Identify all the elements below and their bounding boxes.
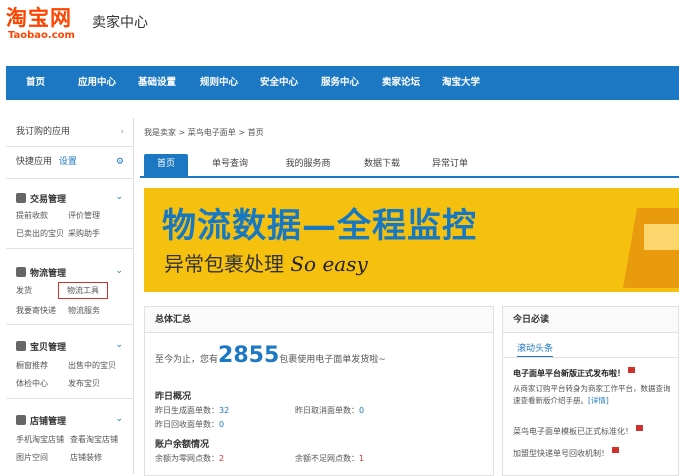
balance-title: 账户余额情况 (155, 440, 210, 450)
tab-headlines[interactable]: 滚动头条 (517, 341, 554, 358)
sidebar-link[interactable]: 已卖出的宝贝 (16, 228, 64, 239)
tab-my-providers[interactable]: 我的服务商 (272, 154, 344, 178)
sidebar-link[interactable]: 发货 (16, 285, 32, 296)
tab-abnormal-orders[interactable]: 异常订单 (422, 154, 478, 178)
nav-item-settings[interactable]: 基础设置 (138, 66, 176, 100)
news-item[interactable]: 加盟型快递单号回收机制！ (513, 447, 619, 459)
banner-subline: 异常包裹处理 So easy (164, 252, 368, 276)
sidebar: 我订购的应用 › 快捷应用 设置 ⚙ 交易管理 ⌄ 提前收款 评价管理 已卖出的… (6, 118, 134, 474)
banner-headline: 物流数据—全程监控 (162, 206, 477, 246)
sidebar-link[interactable]: 图片空间 (16, 452, 48, 463)
section-trade-title[interactable]: 交易管理 (16, 192, 66, 205)
sidebar-link[interactable]: 提前收款 (16, 210, 48, 221)
news-item[interactable]: 菜鸟电子面单模板已正式标准化！ (513, 425, 643, 437)
sidebar-link[interactable]: 我要寄快递 (16, 305, 56, 316)
shop-icon (16, 415, 26, 425)
sidebar-link[interactable]: 采购助手 (68, 228, 100, 239)
section-logistics-title[interactable]: 物流管理 (16, 266, 66, 279)
sidebar-link[interactable]: 店铺装修 (70, 452, 102, 463)
logo-text: 淘宝网 (6, 5, 72, 30)
yesterday-recycled: 昨日回收面单数：0 (155, 420, 225, 429)
nav-item-home[interactable]: 首页 (26, 66, 45, 100)
nav-item-service[interactable]: 服务中心 (321, 66, 359, 100)
quick-apps-label: 快捷应用 (16, 157, 53, 167)
section-items-title[interactable]: 宝贝管理 (16, 340, 66, 353)
chevron-down-icon[interactable]: ⌄ (115, 340, 123, 350)
sidebar-link[interactable]: 出售中的宝贝 (68, 360, 116, 371)
sidebar-link[interactable]: 手机淘宝店铺 (16, 434, 64, 445)
hot-badge-icon (628, 367, 635, 373)
must-read-panel: 今日必读 滚动头条 电子面单平台新版正式发布啦！ 从商家订购平台转身为商家工作平… (502, 306, 679, 476)
sidebar-link[interactable]: 发布宝贝 (68, 378, 100, 389)
package-count: 2855 (218, 343, 280, 368)
headline-desc: 从商家订购平台转身为商家工作平台，数据查询 (513, 384, 671, 393)
nav-item-university[interactable]: 淘宝大学 (442, 66, 480, 100)
summary-panel: 总体汇总 至今为止，您有2855包裹使用电子面单发货啦~ 昨日概况 昨日生成面单… (144, 306, 494, 476)
sidebar-link[interactable]: 评价管理 (68, 210, 100, 221)
divider (6, 324, 134, 325)
yesterday-cancelled: 昨日取消面单数：0 (295, 406, 365, 415)
yesterday-title: 昨日概况 (155, 392, 192, 402)
chevron-down-icon[interactable]: ⌄ (115, 192, 123, 202)
top-nav: 首页 应用中心 基础设置 规则中心 安全中心 服务中心 卖家论坛 淘宝大学 (6, 66, 679, 100)
headline-desc-2: 速查看新版介绍手册。[详情] (513, 396, 609, 405)
trade-icon (16, 193, 26, 203)
divider (6, 178, 134, 179)
page-title: 卖家中心 (92, 15, 148, 31)
sidebar-link[interactable]: 体检中心 (16, 378, 48, 389)
sidebar-link[interactable]: 物流服务 (68, 305, 100, 316)
tab-home[interactable]: 首页 (144, 154, 188, 178)
truck-window (644, 224, 679, 250)
summary-title: 总体汇总 (145, 307, 493, 333)
sidebar-link[interactable]: 橱窗推荐 (16, 360, 48, 371)
chevron-down-icon[interactable]: ⌄ (115, 266, 123, 276)
divider (6, 146, 134, 147)
chevron-down-icon[interactable]: ⌄ (115, 414, 123, 424)
logo-subtext: Taobao.com (8, 30, 75, 41)
promo-banner[interactable]: 物流数据—全程监控 异常包裹处理 So easy (144, 188, 679, 292)
chevron-right-icon: › (120, 127, 124, 137)
shirt-icon (16, 341, 26, 351)
divider (6, 248, 134, 249)
logistics-icon (16, 267, 26, 277)
breadcrumb: 我是卖家 > 菜鸟电子面单 > 首页 (144, 128, 264, 137)
must-read-title: 今日必读 (503, 307, 678, 333)
nav-item-security[interactable]: 安全中心 (260, 66, 298, 100)
balance-zero: 余额为零网点数：2 (155, 454, 225, 463)
divider (503, 357, 678, 358)
sidebar-quick-apps: 快捷应用 设置 ⚙ (6, 148, 134, 176)
nav-item-apps[interactable]: 应用中心 (78, 66, 116, 100)
yesterday-generated: 昨日生成面单数：32 (155, 406, 230, 415)
gear-icon[interactable]: ⚙ (116, 148, 124, 176)
sidebar-link-highlighted[interactable]: 物流工具 (58, 282, 108, 299)
quick-apps-settings-link[interactable]: 设置 (59, 157, 77, 167)
summary-intro: 至今为止，您有2855包裹使用电子面单发货啦~ (155, 343, 386, 368)
headline-link[interactable]: 电子面单平台新版正式发布啦！ (513, 367, 635, 379)
my-apps-label: 我订购的应用 (16, 127, 71, 137)
nav-item-forum[interactable]: 卖家论坛 (382, 66, 420, 100)
balance-low: 余额不足网点数：1 (295, 454, 365, 463)
taobao-logo[interactable]: 淘宝网 Taobao.com (6, 6, 75, 42)
sidebar-my-apps[interactable]: 我订购的应用 › (6, 118, 134, 146)
section-shop-title[interactable]: 店铺管理 (16, 414, 66, 427)
hot-badge-icon (612, 447, 619, 453)
header: 淘宝网 Taobao.com 卖家中心 (0, 0, 679, 62)
detail-link[interactable]: [详情] (588, 396, 609, 405)
hot-badge-icon (636, 425, 643, 431)
sidebar-link[interactable]: 查看淘宝店铺 (70, 434, 118, 445)
tab-bar: 首页 单号查询 我的服务商 数据下载 异常订单 (140, 154, 679, 178)
tab-data-download[interactable]: 数据下载 (354, 154, 410, 178)
tab-waybill-query[interactable]: 单号查询 (198, 154, 262, 178)
divider (6, 398, 134, 399)
nav-item-rules[interactable]: 规则中心 (200, 66, 238, 100)
